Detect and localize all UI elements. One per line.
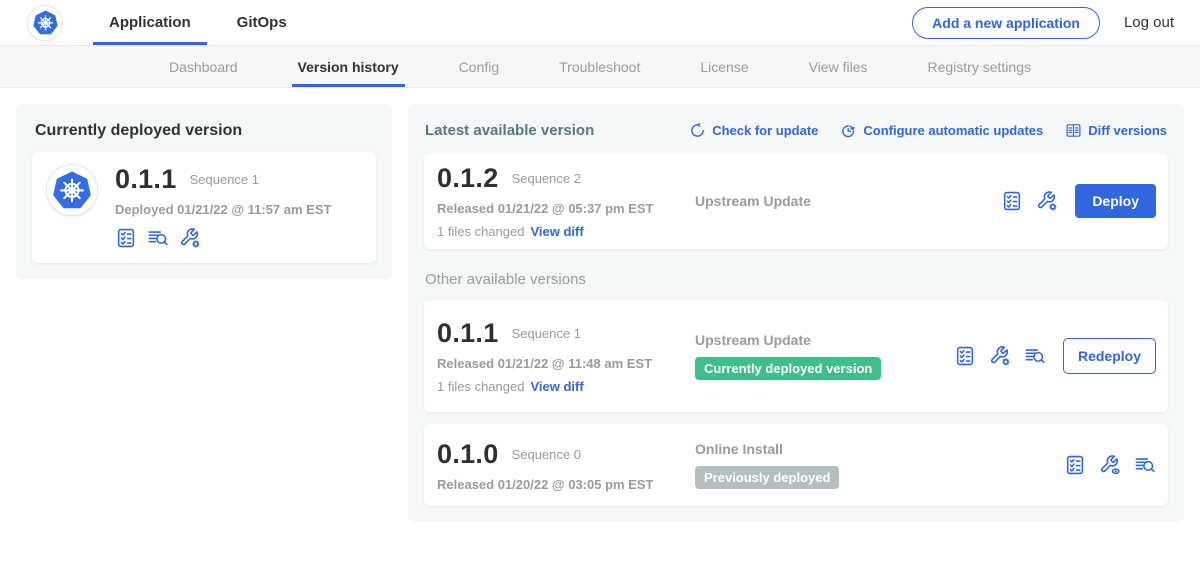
deploy-button[interactable]: Deploy xyxy=(1075,184,1156,218)
view-config-icon[interactable] xyxy=(1099,454,1121,476)
refresh-icon xyxy=(689,122,706,139)
panel-header: Latest available version Check for updat… xyxy=(425,122,1167,139)
files-changed: 1 files changedView diff xyxy=(437,379,695,394)
version-source: Upstream Update xyxy=(695,193,1001,209)
add-application-button[interactable]: Add a new application xyxy=(912,7,1100,39)
deploy-logs-icon[interactable] xyxy=(147,227,169,249)
tab-application[interactable]: Application xyxy=(93,0,207,45)
top-right-actions: Add a new application Log out xyxy=(912,0,1174,45)
version-row-0.1.0: 0.1.0 Sequence 0 Released 01/20/22 @ 03:… xyxy=(424,424,1168,506)
redeploy-button[interactable]: Redeploy xyxy=(1063,338,1156,374)
edit-config-icon[interactable] xyxy=(179,227,201,249)
tab-gitops-label: GitOps xyxy=(237,14,287,31)
version-number: 0.1.1 xyxy=(437,318,499,349)
app-subnav: Dashboard Version history Config Trouble… xyxy=(0,46,1200,88)
subnav-tab-view-files[interactable]: View files xyxy=(803,46,874,87)
files-changed: 1 files changedView diff xyxy=(437,224,695,239)
subnav-tab-dashboard[interactable]: Dashboard xyxy=(163,46,244,87)
deployed-timestamp: Deployed 01/21/22 @ 11:57 am EST xyxy=(115,202,331,217)
kubernetes-logo-icon xyxy=(27,5,63,41)
logout-button[interactable]: Log out xyxy=(1124,14,1174,31)
version-actions: Deploy xyxy=(1001,184,1156,218)
sequence-label: Sequence 0 xyxy=(512,447,581,462)
diff-versions-link[interactable]: Diff versions xyxy=(1065,122,1167,139)
edit-config-icon[interactable] xyxy=(989,345,1011,367)
source-label: Online Install xyxy=(695,441,1064,457)
preflight-checks-icon[interactable] xyxy=(1001,190,1023,212)
version-actions xyxy=(1064,454,1156,476)
source-label: Upstream Update xyxy=(695,193,1001,209)
version-row-0.1.2: 0.1.2 Sequence 2 Released 01/21/22 @ 05:… xyxy=(424,153,1168,249)
version-row-0.1.1: 0.1.1 Sequence 1 Released 01/21/22 @ 11:… xyxy=(424,300,1168,412)
currently-deployed-title: Currently deployed version xyxy=(35,122,376,140)
tab-gitops[interactable]: GitOps xyxy=(221,0,303,45)
top-tabs: Application GitOps xyxy=(93,0,303,45)
kots-admin-console: Application GitOps Add a new application… xyxy=(0,0,1200,564)
sequence-label: Sequence 1 xyxy=(512,326,581,341)
subnav-tab-registry-settings[interactable]: Registry settings xyxy=(922,46,1037,87)
source-label: Upstream Update xyxy=(695,332,954,348)
version-number: 0.1.2 xyxy=(437,163,499,194)
view-diff-link[interactable]: View diff xyxy=(530,224,583,239)
preflight-checks-icon[interactable] xyxy=(1064,454,1086,476)
deployed-version-info: 0.1.1 Sequence 1 Deployed 01/21/22 @ 11:… xyxy=(115,164,331,249)
top-navbar: Application GitOps Add a new application… xyxy=(0,0,1200,46)
version-info: 0.1.0 Sequence 0 Released 01/20/22 @ 03:… xyxy=(437,439,695,492)
released-timestamp: Released 01/20/22 @ 03:05 pm EST xyxy=(437,477,695,492)
deployed-sequence-label: Sequence 1 xyxy=(190,172,259,187)
sequence-label: Sequence 2 xyxy=(512,171,581,186)
previously-deployed-badge: Previously deployed xyxy=(695,466,839,489)
schedule-icon xyxy=(840,122,857,139)
released-timestamp: Released 01/21/22 @ 11:48 am EST xyxy=(437,356,695,371)
version-info: 0.1.2 Sequence 2 Released 01/21/22 @ 05:… xyxy=(437,163,695,239)
check-for-update-link[interactable]: Check for update xyxy=(689,122,818,139)
version-actions: Redeploy xyxy=(954,338,1156,374)
subnav-tab-troubleshoot[interactable]: Troubleshoot xyxy=(553,46,646,87)
diff-icon xyxy=(1065,122,1082,139)
panel-actions: Check for update Configure automatic upd… xyxy=(689,122,1167,139)
deployed-version-card: 0.1.1 Sequence 1 Deployed 01/21/22 @ 11:… xyxy=(32,152,376,263)
other-available-header: Other available versions xyxy=(425,271,1168,288)
deploy-logs-icon[interactable] xyxy=(1134,454,1156,476)
currently-deployed-badge: Currently deployed version xyxy=(695,357,881,380)
latest-available-header: Latest available version xyxy=(425,122,594,139)
deploy-logs-icon[interactable] xyxy=(1024,345,1046,367)
subnav-tab-version-history[interactable]: Version history xyxy=(292,46,405,87)
configure-automatic-updates-link[interactable]: Configure automatic updates xyxy=(840,122,1043,139)
currently-deployed-card: Currently deployed version 0.1.1 Sequenc… xyxy=(16,104,392,279)
view-diff-link[interactable]: View diff xyxy=(530,379,583,394)
version-history-panel: Latest available version Check for updat… xyxy=(408,104,1184,522)
subnav-tab-config[interactable]: Config xyxy=(453,46,505,87)
preflight-checks-icon[interactable] xyxy=(954,345,976,367)
tab-application-label: Application xyxy=(109,14,191,31)
version-info: 0.1.1 Sequence 1 Released 01/21/22 @ 11:… xyxy=(437,318,695,394)
version-number: 0.1.0 xyxy=(437,439,499,470)
main-content: Currently deployed version 0.1.1 Sequenc… xyxy=(0,88,1200,564)
app-logo-icon xyxy=(46,164,98,216)
deployed-version-number: 0.1.1 xyxy=(115,164,177,195)
edit-config-icon[interactable] xyxy=(1036,190,1058,212)
preflight-checks-icon[interactable] xyxy=(115,227,137,249)
version-source: Upstream Update Currently deployed versi… xyxy=(695,332,954,380)
subnav-tab-license[interactable]: License xyxy=(694,46,754,87)
version-source: Online Install Previously deployed xyxy=(695,441,1064,489)
released-timestamp: Released 01/21/22 @ 05:37 pm EST xyxy=(437,201,695,216)
